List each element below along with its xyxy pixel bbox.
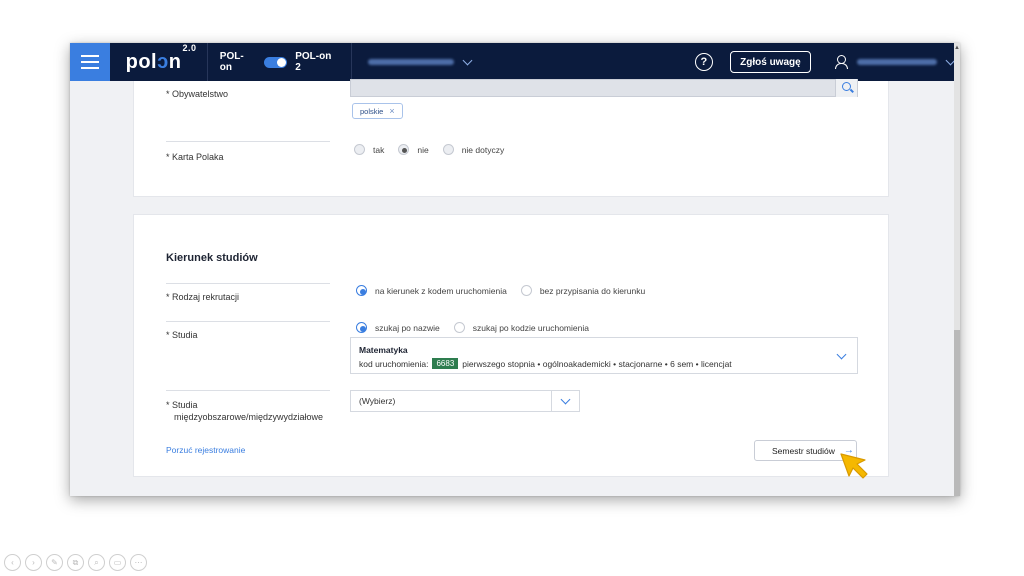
interdisciplinary-studies-select[interactable]: (Wybierz) — [350, 390, 580, 412]
chevron-down-icon[interactable] — [551, 391, 579, 411]
scroll-up-arrow-icon[interactable]: ▲ — [954, 45, 960, 51]
institution-select[interactable] — [352, 43, 689, 81]
top-navigation-bar: polɔn2.0 POL-on POL-on 2 ? Zgłoś uwagę — [70, 43, 956, 81]
chevron-down-icon[interactable] — [836, 349, 847, 360]
recruitment-type-label: * Rodzaj rekrutacji — [166, 292, 240, 302]
version-switch[interactable] — [263, 56, 288, 68]
report-issue-button[interactable]: Zgłoś uwagę — [729, 51, 812, 73]
polon-logo[interactable]: polɔn2.0 — [126, 43, 207, 74]
next-icon[interactable]: › — [25, 554, 42, 571]
copy-icon[interactable]: ⧉ — [67, 554, 84, 571]
hamburger-menu-icon[interactable] — [70, 43, 110, 81]
field-of-study-card: Kierunek studiów * Rodzaj rekrutacji na … — [133, 214, 889, 477]
divider — [166, 390, 330, 391]
more-icon[interactable]: ⋯ — [130, 554, 147, 571]
karta-radio-nie-dotyczy[interactable] — [442, 144, 454, 155]
app-window: polɔn2.0 POL-on POL-on 2 ? Zgłoś uwagę ▲… — [70, 43, 960, 496]
chevron-down-icon — [462, 55, 473, 65]
personal-data-card: * Obywatelstwo polskie × * Karta Polaka … — [133, 79, 889, 197]
zoom-icon[interactable]: ⌕ — [88, 554, 105, 571]
divider — [166, 283, 330, 284]
citizenship-label: * Obywatelstwo — [166, 89, 229, 99]
scrollbar-thumb[interactable] — [954, 330, 960, 496]
help-icon[interactable]: ? — [694, 53, 713, 71]
radio-search-by-code[interactable] — [453, 322, 465, 333]
recruitment-type-radio-group: na kierunek z kodem uruchomienia bez prz… — [356, 285, 645, 296]
karta-polaka-radio-group: tak nie nie dotyczy — [354, 144, 504, 155]
divider — [166, 321, 330, 322]
studies-label: * Studia — [166, 330, 198, 340]
user-menu[interactable] — [835, 55, 956, 69]
caption-icon[interactable]: ▭ — [109, 554, 126, 571]
selected-study-dropdown[interactable]: Matematyka kod uruchomienia: 6683 pierws… — [350, 337, 858, 374]
citizenship-search-input[interactable] — [350, 79, 858, 97]
user-icon — [835, 55, 849, 69]
search-icon[interactable] — [835, 79, 857, 97]
radio-with-launch-code[interactable] — [356, 285, 367, 296]
karta-radio-nie[interactable] — [398, 144, 410, 155]
karta-radio-tak[interactable] — [354, 144, 365, 155]
study-name: Matematyka — [359, 345, 408, 355]
pol-on-2-label: POL-on 2 — [295, 51, 332, 73]
abandon-registration-link[interactable]: Porzuć rejestrowanie — [166, 445, 245, 455]
citizenship-tag: polskie × — [352, 103, 403, 119]
launch-code-badge: 6683 — [432, 358, 459, 369]
divider — [166, 141, 330, 142]
study-details: kod uruchomienia: 6683 pierwszego stopni… — [359, 358, 732, 369]
pol-on-label: POL-on — [219, 51, 244, 73]
section-title: Kierunek studiów — [166, 252, 258, 264]
pointer-cursor-icon — [840, 453, 868, 479]
pol-on-version-toggle: POL-on POL-on 2 — [206, 43, 353, 81]
studies-search-mode-radio-group: szukaj po nazwie szukaj po kodzie urucho… — [356, 322, 589, 333]
institution-name-redacted — [368, 59, 455, 65]
radio-search-by-name[interactable] — [356, 322, 367, 333]
prev-icon[interactable]: ‹ — [4, 554, 21, 571]
karta-polaka-label: * Karta Polaka — [166, 152, 224, 162]
scrollbar[interactable]: ▲ — [954, 43, 960, 496]
close-icon[interactable]: × — [389, 106, 394, 116]
pen-icon[interactable]: ✎ — [46, 554, 63, 571]
interdisciplinary-studies-label: * Studia międzyobszarowe/międzywydziałow… — [166, 400, 324, 422]
user-name-redacted — [857, 59, 938, 65]
radio-without-assignment[interactable] — [520, 285, 532, 296]
presentation-toolbar: ‹ › ✎ ⧉ ⌕ ▭ ⋯ — [4, 554, 147, 571]
